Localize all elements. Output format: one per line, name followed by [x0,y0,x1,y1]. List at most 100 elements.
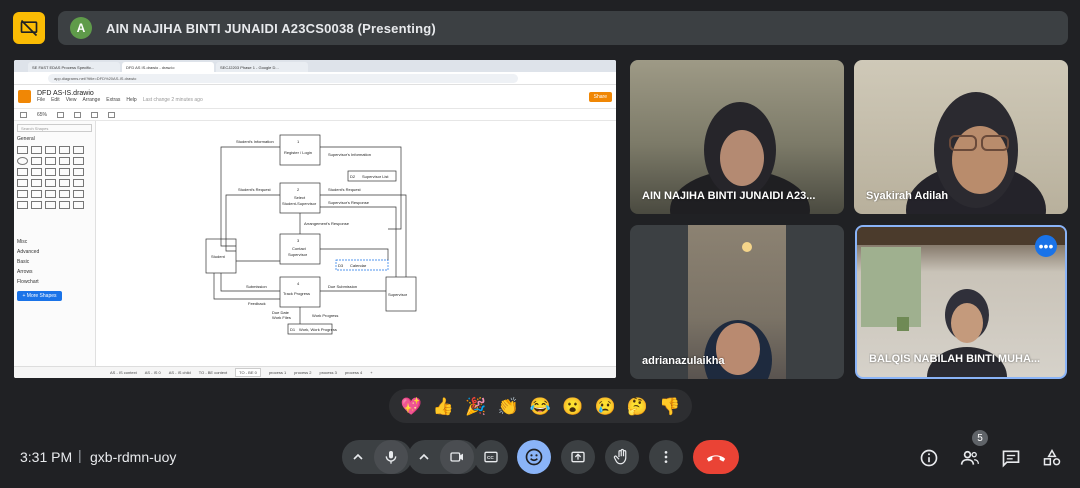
microphone-button[interactable] [374,440,408,474]
captions-button[interactable]: CC [474,440,508,474]
presenting-indicator[interactable] [13,12,45,44]
participant-name: adrianazulaikha [642,355,725,367]
clock: 3:31 PM [20,449,73,465]
page-tab: process 4 [344,370,363,375]
people-icon [960,450,979,465]
page-tab: process 1 [268,370,287,375]
flow-label: Supervisor's Response [328,200,370,205]
share-button: Share [588,91,612,102]
reaction-party[interactable]: 🎉 [465,398,486,415]
reaction-surprised[interactable]: 😮 [562,398,583,415]
reaction-laugh[interactable]: 😂 [530,398,551,415]
last-change: Last change 2 minutes ago [142,97,203,103]
store-id: D2 [350,174,356,179]
dfd-diagram: 1 Register / Login 2 Select Student-Supe… [96,121,616,366]
reactions-button[interactable] [517,440,551,474]
page-tab: process 3 [319,370,337,375]
reaction-heart[interactable]: 💖 [401,398,422,415]
flow-label: Student's Request [238,187,271,192]
participant-tile[interactable]: AIN NAJIHA BINTI JUNAIDI A23... [630,60,844,214]
shape-thumb [17,190,28,198]
presenter-title: AIN NAJIHA BINTI JUNAIDI A23CS0038 (Pres… [106,20,436,36]
shape-thumb [31,146,42,154]
shape-thumb [73,201,84,209]
menu-item: Arrange [82,97,101,103]
reaction-sad[interactable]: 😢 [595,398,616,415]
shape-thumb [31,179,42,187]
drawio-toolbar: 65% [14,109,616,121]
shape-category: Misc [17,239,28,245]
shape-thumb [59,190,70,198]
redo-icon [74,111,82,118]
page-tab: AS - IS child [168,370,191,375]
shape-thumb [45,168,56,176]
menu-item: Extras [106,97,121,103]
chat-button[interactable] [999,446,1023,470]
shape-category: Arrows [17,269,33,275]
store-label: Calendar [350,263,367,268]
menu-item: Edit [51,97,60,103]
participant-tile[interactable]: Syakirah Adilah [854,60,1068,214]
activities-button[interactable] [1040,446,1064,470]
more-shapes-button: + More Shapes [17,291,62,301]
people-button[interactable] [958,446,982,470]
flow-label: Submission [246,284,267,289]
shape-thumb [73,190,84,198]
add-page-icon: + [370,370,373,375]
shape-thumb [17,168,28,176]
chevron-up-icon[interactable] [352,451,364,463]
present-now-button[interactable] [561,440,595,474]
shape-grid [17,146,92,209]
shape-thumb [59,157,70,165]
menu-item: File [37,97,46,103]
shape-thumb [59,201,70,209]
entity-label: Supervisor [388,292,408,297]
page-tab: AS - IS 0 [144,370,161,375]
presenter-avatar: A [70,17,92,39]
people-count-badge: 5 [972,430,988,446]
microphone-icon [385,451,397,464]
more-options-button[interactable] [649,440,683,474]
page-tab: process 2 [294,370,312,375]
reaction-thumbs-up[interactable]: 👍 [433,398,454,415]
reaction-clap[interactable]: 👏 [498,398,519,415]
leave-call-button[interactable] [693,440,739,474]
chevron-up-icon[interactable] [418,451,430,463]
process-label: Register / Login [284,150,312,155]
raise-hand-button[interactable] [605,440,639,474]
shapes-panel: Search Shapes General Misc Advanced Basi… [14,121,96,366]
participant-name: AIN NAJIHA BINTI JUNAIDI A23... [642,190,816,202]
present-icon [571,451,585,463]
activities-icon [1043,448,1061,466]
shape-thumb [17,201,28,209]
present-screen-icon [20,19,38,37]
menu-item: Help [126,97,137,103]
more-options-icon[interactable]: ••• [1035,235,1057,257]
shape-thumb [17,157,28,165]
chat-icon [1002,450,1020,468]
page-tabs: AS - IS context AS - IS 0 AS - IS child … [14,366,616,378]
address-bar: app.diagrams.net/?title=DFD%20AS-IS.draw… [48,73,518,83]
browser-tab-active: DFD AS IS.drawio - draw.io [122,62,214,72]
camera-control[interactable] [408,440,478,474]
reaction-thumbs-down[interactable]: 👎 [659,398,680,415]
camera-button[interactable] [440,440,474,474]
participant-tile[interactable]: adrianazulaikha [630,225,844,379]
undo-icon [57,111,65,118]
emoji-icon [525,448,543,466]
process-label: Supervisor [288,252,308,257]
reaction-thinking[interactable]: 🤔 [627,398,648,415]
meeting-details-button[interactable] [917,446,941,470]
delete-icon [91,111,99,118]
more-vert-icon [664,451,668,463]
participant-tile-active-speaker[interactable]: ••• BALQIS NABILAH BINTI MUHA... [855,225,1067,379]
reaction-bar: 💖 👍 🎉 👏 😂 😮 😢 🤔 👎 [389,389,692,423]
shape-thumb [31,201,42,209]
flow-label: Due Submission [328,284,357,289]
flow-label: Work Files [272,315,291,320]
shape-thumb [31,190,42,198]
drawio-workspace: Search Shapes General Misc Advanced Basi… [14,121,616,366]
shared-screen: SE FAST EDAS Process Specific... DFD AS … [14,60,616,378]
dfd-canvas: 1 Register / Login 2 Select Student-Supe… [205,134,417,335]
microphone-control[interactable] [342,440,412,474]
